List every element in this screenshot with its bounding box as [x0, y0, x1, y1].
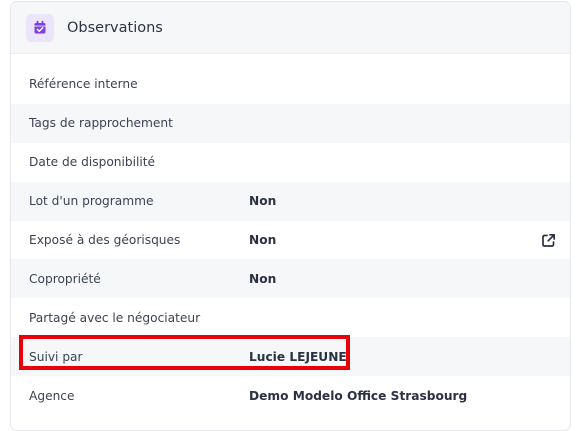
row-suivi-par: Suivi par Lucie LEJEUNE — [11, 337, 570, 377]
row-label: Référence interne — [29, 77, 138, 92]
row-georisques: Exposé à des géorisques Non — [11, 221, 570, 260]
section-title: Observations — [67, 19, 163, 36]
row-tags-rapprochement: Tags de rapprochement — [11, 103, 570, 143]
row-label: Date de disponibilité — [29, 155, 156, 170]
row-copropriete: Copropriété Non — [11, 259, 570, 299]
observation-rows: Référence interne Tags de rapprochement … — [11, 54, 570, 415]
row-label: Tags de rapprochement — [29, 116, 173, 131]
row-label: Lot d'un programme — [29, 194, 154, 209]
row-value: Lucie LEJEUNE — [249, 349, 347, 364]
row-value: Non — [249, 271, 277, 286]
row-partage-negociateur: Partagé avec le négociateur — [11, 298, 570, 337]
row-lot-programme: Lot d'un programme Non — [11, 181, 570, 221]
row-label: Exposé à des géorisques — [29, 233, 181, 247]
row-value: Demo Modelo Office Strasbourg — [249, 388, 468, 403]
row-date-disponibilite: Date de disponibilité — [11, 143, 570, 182]
calendar-check-icon — [26, 13, 54, 42]
row-agence: Agence Demo Modelo Office Strasbourg — [11, 376, 570, 415]
row-label: Copropriété — [29, 271, 101, 286]
row-reference-interne: Référence interne — [11, 65, 570, 104]
row-value: Non — [249, 233, 277, 247]
row-label: Partagé avec le négociateur — [29, 310, 201, 325]
observations-card: Observations Référence interne Tags de r… — [10, 1, 571, 431]
row-label: Agence — [29, 388, 75, 403]
row-value: Non — [249, 194, 277, 209]
row-label: Suivi par — [29, 349, 83, 364]
external-link-icon[interactable] — [539, 231, 557, 249]
card-header: Observations — [11, 2, 570, 54]
